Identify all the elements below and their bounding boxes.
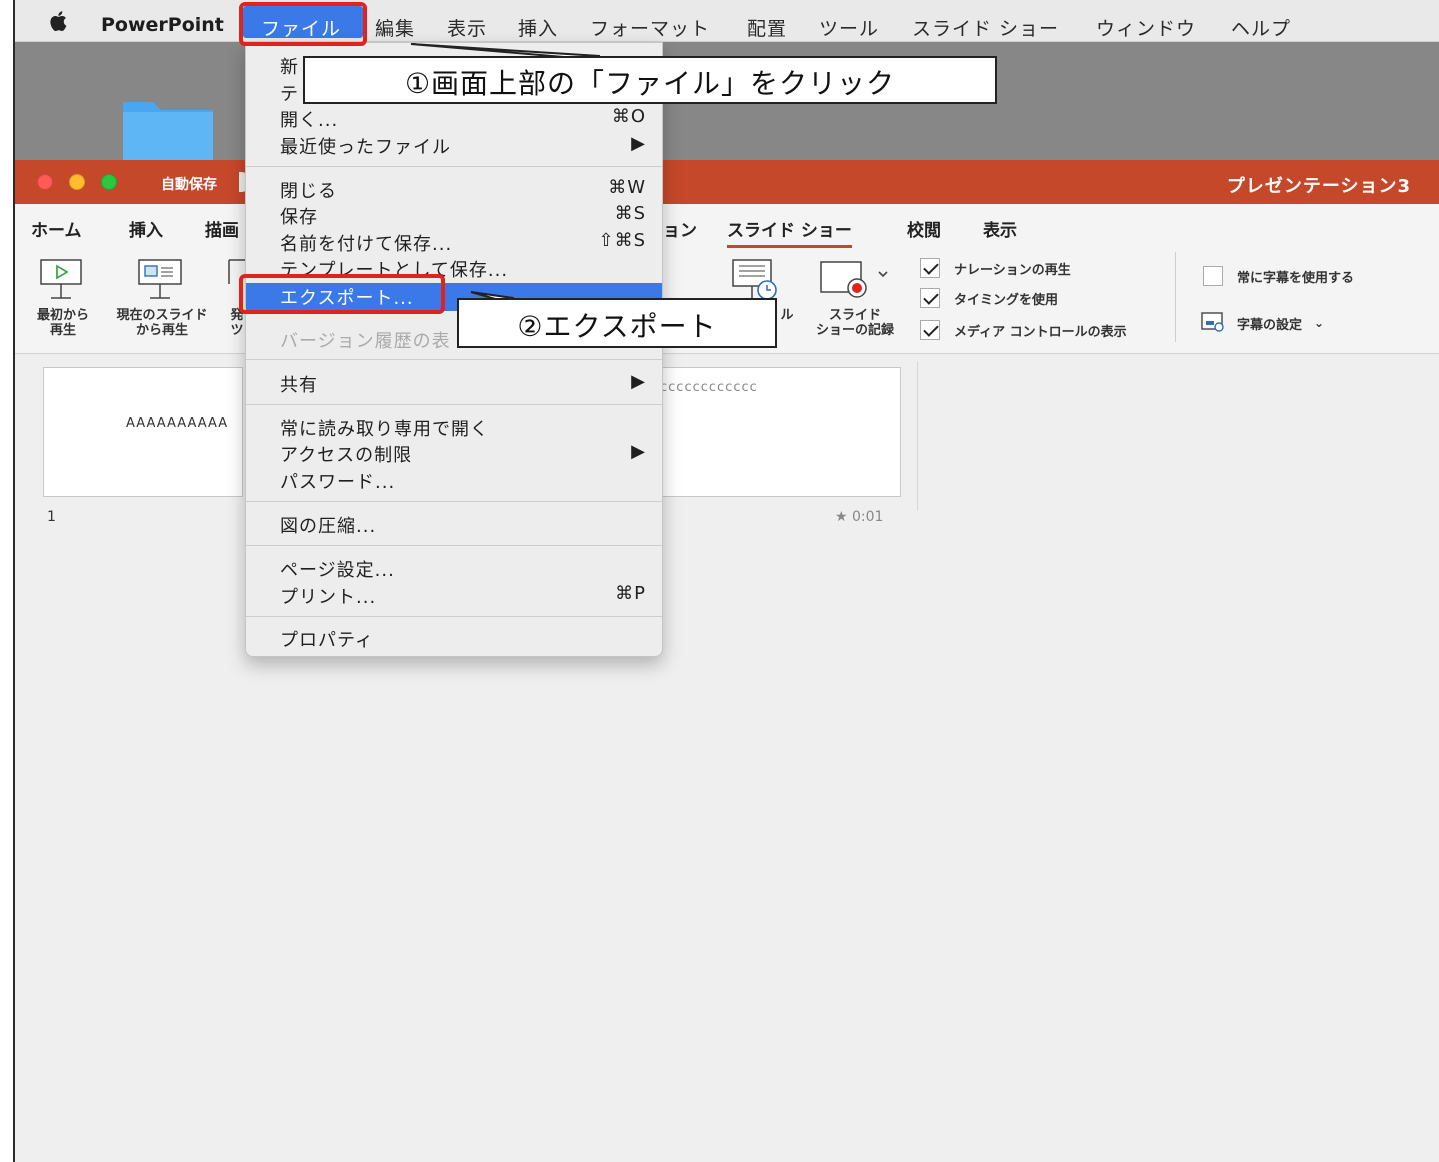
menu-divider bbox=[246, 501, 662, 502]
properties-label: プロパティ bbox=[280, 630, 374, 651]
submenu-arrow-icon: ▶ bbox=[631, 371, 646, 392]
menu-item-share[interactable]: 共有 ▶ bbox=[280, 371, 650, 398]
restrict-access-label: アクセスの制限 bbox=[280, 445, 413, 466]
annotation-step1: ①画面上部の「ファイル」をクリック bbox=[303, 56, 997, 104]
slide-1-text: AAAAAAAAAA bbox=[126, 416, 229, 431]
menu-item-restrict-access[interactable]: アクセスの制限 ▶ bbox=[280, 441, 650, 468]
print-shortcut: ⌘P bbox=[615, 583, 646, 604]
slide-3-text: cccccccccccc bbox=[660, 380, 758, 395]
menu-item-compress-pictures[interactable]: 図の圧縮... bbox=[280, 512, 650, 539]
menu-divider bbox=[246, 404, 662, 405]
password-label: パスワード... bbox=[280, 472, 396, 493]
annotation-step2: ②エクスポート bbox=[457, 298, 777, 348]
sorter-divider bbox=[917, 361, 918, 511]
compress-label: 図の圧縮... bbox=[280, 516, 377, 537]
menu-item-print[interactable]: プリント... ⌘P bbox=[280, 583, 650, 610]
slide-number-1: 1 bbox=[47, 509, 56, 525]
highlight-file-menu bbox=[239, 2, 367, 46]
menu-item-page-setup[interactable]: ページ設定... bbox=[280, 556, 650, 583]
menu-item-properties[interactable]: プロパティ bbox=[280, 626, 650, 653]
menu-item-password[interactable]: パスワード... bbox=[280, 468, 650, 495]
highlight-export-item bbox=[239, 274, 445, 314]
slide-thumbnail-1[interactable]: AAAAAAAAAA bbox=[43, 367, 243, 497]
screenshot-frame: PowerPoint ファイル 編集 表示 挿入 フォーマット 配置 ツール ス… bbox=[13, 0, 1439, 1162]
menu-divider bbox=[246, 616, 662, 617]
page-setup-label: ページ設定... bbox=[280, 560, 395, 581]
slide-timing: ★ 0:01 bbox=[835, 509, 884, 525]
read-only-label: 常に読み取り専用で開く bbox=[280, 419, 489, 440]
submenu-arrow-icon: ▶ bbox=[631, 441, 646, 462]
menu-item-open-read-only[interactable]: 常に読み取り専用で開く bbox=[280, 415, 650, 442]
menu-divider bbox=[246, 545, 662, 546]
slide-sorter: AAAAAAAAAA 1 cccccccccccc ★ 0:01 bbox=[15, 355, 1439, 1162]
share-label: 共有 bbox=[280, 375, 318, 396]
print-label: プリント... bbox=[280, 587, 377, 608]
